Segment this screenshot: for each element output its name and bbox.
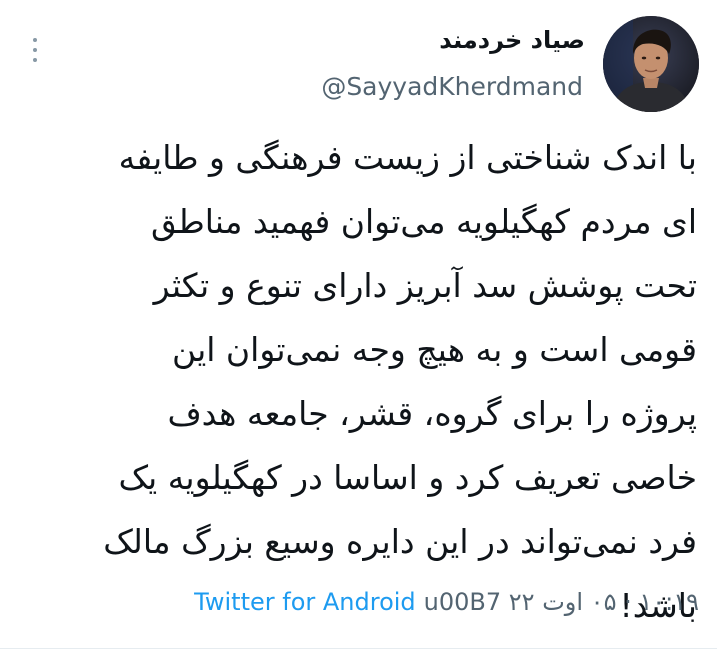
avatar[interactable] [603,16,699,112]
display-name[interactable]: صیاد خردمند [439,26,585,54]
dot [33,38,37,42]
tweet-timestamp[interactable]: ۱۰:۱۹ · ۰۵ اوت ۲۲ u00B7 [424,588,699,616]
dot [33,58,37,62]
user-handle[interactable]: @SayyadKherdmand [321,72,583,101]
dot [33,48,37,52]
tweet-card: صیاد خردمند @SayyadKherdmand با اندک شنا… [0,0,717,653]
tweet-text: با اندک شناختی از زیست فرهنگی و طایفه ای… [21,126,697,638]
tweet-text-line: تحت پوشش سد آبریز دارای تنوع و تکثر [153,266,697,305]
divider [0,648,717,649]
more-options-icon[interactable] [30,38,40,62]
tweet-source-link[interactable]: Twitter for Android [194,588,415,616]
tweet-text-line: قومی است و به هیچ وجه نمی‌توان این [171,330,697,369]
tweet-meta: ۱۰:۱۹ · ۰۵ اوت ۲۲ u00B7 Twitter for Andr… [194,588,699,616]
tweet-text-line: ای مردم کهگیلویه می‌توان فهمید مناطق [150,202,697,241]
tweet-text-line: خاصی تعریف کرد و اساسا در کهگیلویه یک [118,458,698,497]
tweet-text-line: فرد نمی‌تواند در این دایره وسیع بزرگ مال… [103,522,697,561]
tweet-text-line: پروژه را برای گروه، قشر، جامعه هدف [167,394,697,433]
tweet-text-line: با اندک شناختی از زیست فرهنگی و طایفه [118,138,697,177]
